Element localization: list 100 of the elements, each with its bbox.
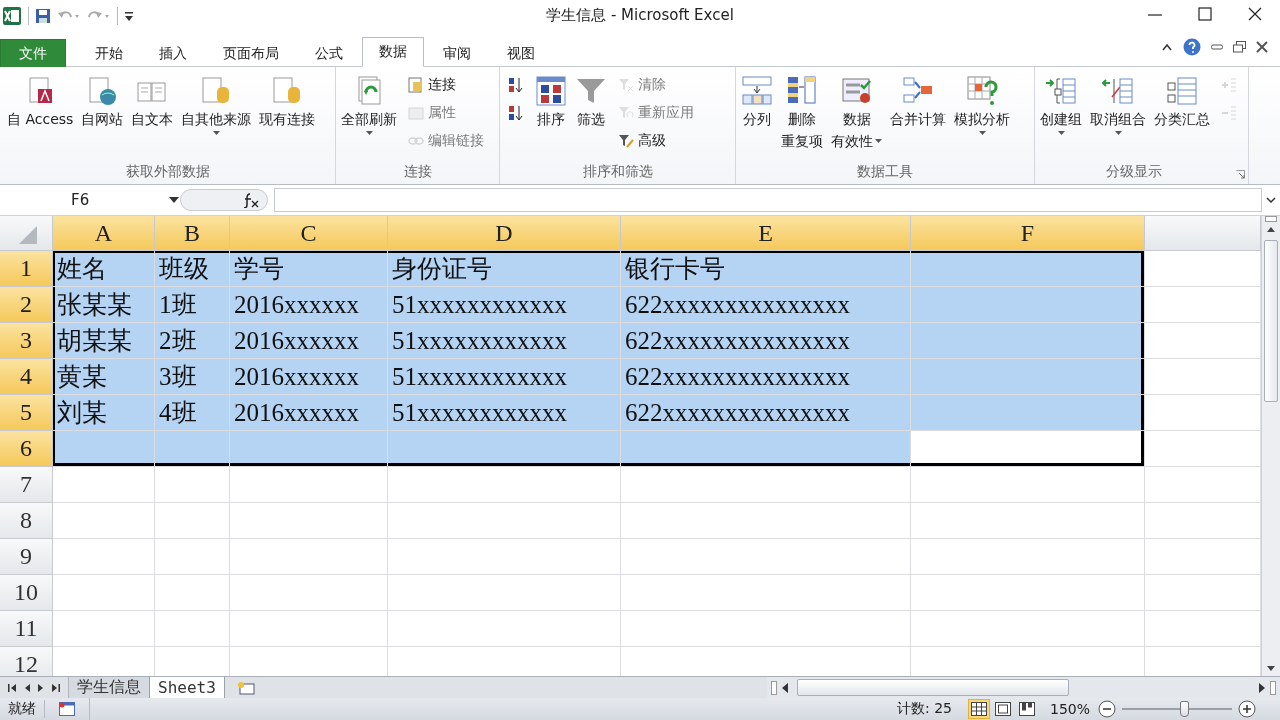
- minimize-icon[interactable]: [1211, 43, 1223, 51]
- row-header[interactable]: 11: [0, 611, 53, 647]
- scroll-right-icon[interactable]: [1258, 681, 1266, 694]
- column-header[interactable]: B: [155, 216, 230, 251]
- page-layout-view-icon: [994, 702, 1011, 716]
- scroll-left-icon[interactable]: [781, 681, 789, 694]
- ribbon-tab[interactable]: 插入: [142, 39, 204, 67]
- expand-caret-icon[interactable]: [1266, 197, 1276, 203]
- ribbon-button[interactable]: 排序: [532, 71, 570, 160]
- connection-icon: [408, 77, 424, 93]
- split-columns-icon: [741, 75, 773, 107]
- ribbon-button[interactable]: 连接: [406, 73, 486, 97]
- button-label: 排序: [537, 110, 565, 129]
- ribbon-button[interactable]: 自文本: [128, 71, 177, 160]
- button-label: 数据: [842, 110, 871, 129]
- ribbon-button[interactable]: 分类汇总: [1151, 71, 1213, 160]
- ribbon-button[interactable]: 合并计算: [887, 71, 949, 160]
- ribbon-button[interactable]: 删除 重复项: [778, 71, 826, 160]
- row-header[interactable]: 1: [0, 251, 53, 287]
- zoom-in-icon[interactable]: [1238, 700, 1256, 718]
- scrollbar-thumb[interactable]: [797, 679, 1069, 696]
- sheet-tab[interactable]: 学生信息: [69, 677, 150, 698]
- ribbon-tab[interactable]: 审阅: [426, 39, 488, 67]
- next-sheet-icon[interactable]: [38, 682, 44, 693]
- count-text: 计数: 25: [897, 700, 952, 718]
- table-cell: 622xxxxxxxxxxxxxxx: [621, 359, 911, 395]
- customize-caret-icon[interactable]: [124, 9, 134, 23]
- first-sheet-icon[interactable]: [8, 682, 16, 693]
- row-header[interactable]: 3: [0, 323, 53, 359]
- formula-input[interactable]: [274, 188, 1262, 212]
- group-label: 分级显示: [1104, 162, 1163, 181]
- help-icon[interactable]: [1183, 38, 1201, 56]
- ribbon-button[interactable]: 模拟分析: [951, 71, 1013, 160]
- ribbon-button[interactable]: 创建组: [1037, 71, 1085, 160]
- column-header[interactable]: F: [911, 216, 1145, 251]
- table-cell: 姓名: [53, 251, 155, 287]
- zoom-out-icon[interactable]: [1098, 700, 1116, 718]
- group-label: 连接: [402, 162, 433, 181]
- last-sheet-icon[interactable]: [52, 682, 60, 693]
- table-cell: 班级: [155, 251, 230, 287]
- file-tab[interactable]: 文件: [0, 39, 66, 67]
- column-header[interactable]: C: [230, 216, 388, 251]
- row-header[interactable]: 4: [0, 359, 53, 395]
- record-macro-icon[interactable]: [59, 702, 75, 716]
- column-header[interactable]: E: [621, 216, 911, 251]
- table-cell: 胡某某: [53, 323, 155, 359]
- ribbon-tab[interactable]: 视图: [490, 39, 552, 67]
- dialog-launcher-icon[interactable]: [1236, 170, 1245, 179]
- slider-thumb[interactable]: [1180, 701, 1189, 717]
- restore-icon[interactable]: [1233, 41, 1246, 53]
- show-detail-icon: [1221, 77, 1237, 93]
- ribbon-button[interactable]: 分列: [738, 71, 776, 160]
- row-header[interactable]: 8: [0, 503, 53, 539]
- row-header[interactable]: 12: [0, 647, 53, 676]
- ribbon-tab[interactable]: 开始: [78, 39, 140, 67]
- ribbon-tab[interactable]: 数据: [362, 37, 424, 67]
- table-cell: 身份证号: [388, 251, 621, 287]
- advanced-filter-icon: [618, 133, 634, 149]
- split-handle-icon[interactable]: [1270, 680, 1276, 695]
- column-header[interactable]: A: [53, 216, 155, 251]
- row-header[interactable]: 6: [0, 431, 53, 467]
- properties-icon: [408, 105, 424, 121]
- ribbon-tab[interactable]: 页面布局: [206, 39, 296, 67]
- button-label: 删除: [788, 110, 816, 129]
- ribbon-button[interactable]: 数据 有效性: [828, 71, 885, 160]
- ribbon-button[interactable]: 自 Access: [4, 71, 77, 160]
- close-icon[interactable]: [1256, 41, 1268, 53]
- ribbon-button[interactable]: 现有连接: [256, 71, 319, 160]
- table-cell: 黄某: [53, 359, 155, 395]
- ribbon-button[interactable]: 取消组合: [1087, 71, 1149, 160]
- ribbon-button[interactable]: 筛选: [572, 71, 610, 160]
- ribbon-button[interactable]: 高级: [616, 129, 696, 153]
- collapse-ribbon-icon[interactable]: [1161, 42, 1173, 52]
- row-header[interactable]: 9: [0, 539, 53, 575]
- globe-document-icon: [86, 75, 119, 107]
- group-label: 获取外部数据: [124, 162, 211, 181]
- insert-sheet-icon[interactable]: [236, 680, 255, 695]
- row-header[interactable]: 2: [0, 287, 53, 323]
- ribbon-button[interactable]: 自网站: [78, 71, 127, 160]
- split-handle-icon[interactable]: [771, 680, 777, 695]
- zoom-level[interactable]: 150%: [1049, 701, 1090, 717]
- button-label: 自文本: [131, 110, 174, 129]
- scrollbar-thumb[interactable]: [1264, 240, 1278, 402]
- row-header[interactable]: 5: [0, 395, 53, 431]
- table-cell: 622xxxxxxxxxxxxxxx: [621, 287, 911, 323]
- previous-sheet-icon[interactable]: [24, 682, 30, 693]
- button-label: 合并计算: [890, 110, 946, 129]
- split-handle-icon[interactable]: [1265, 216, 1277, 222]
- insert-function-icon[interactable]: [241, 192, 259, 208]
- window-title: 学生信息 - Microsoft Excel: [546, 6, 734, 25]
- view-button[interactable]: [967, 699, 990, 719]
- what-if-analysis-icon: [966, 75, 998, 107]
- row-header[interactable]: 10: [0, 575, 53, 611]
- ribbon-button[interactable]: 全部刷新: [338, 71, 400, 160]
- ribbon-button[interactable]: 自其他来源: [178, 71, 255, 160]
- column-header[interactable]: D: [388, 216, 621, 251]
- sheet-tab[interactable]: Sheet3: [150, 677, 225, 698]
- save-icon[interactable]: [35, 8, 51, 24]
- row-header[interactable]: 7: [0, 467, 53, 503]
- ribbon-tab[interactable]: 公式: [298, 39, 360, 67]
